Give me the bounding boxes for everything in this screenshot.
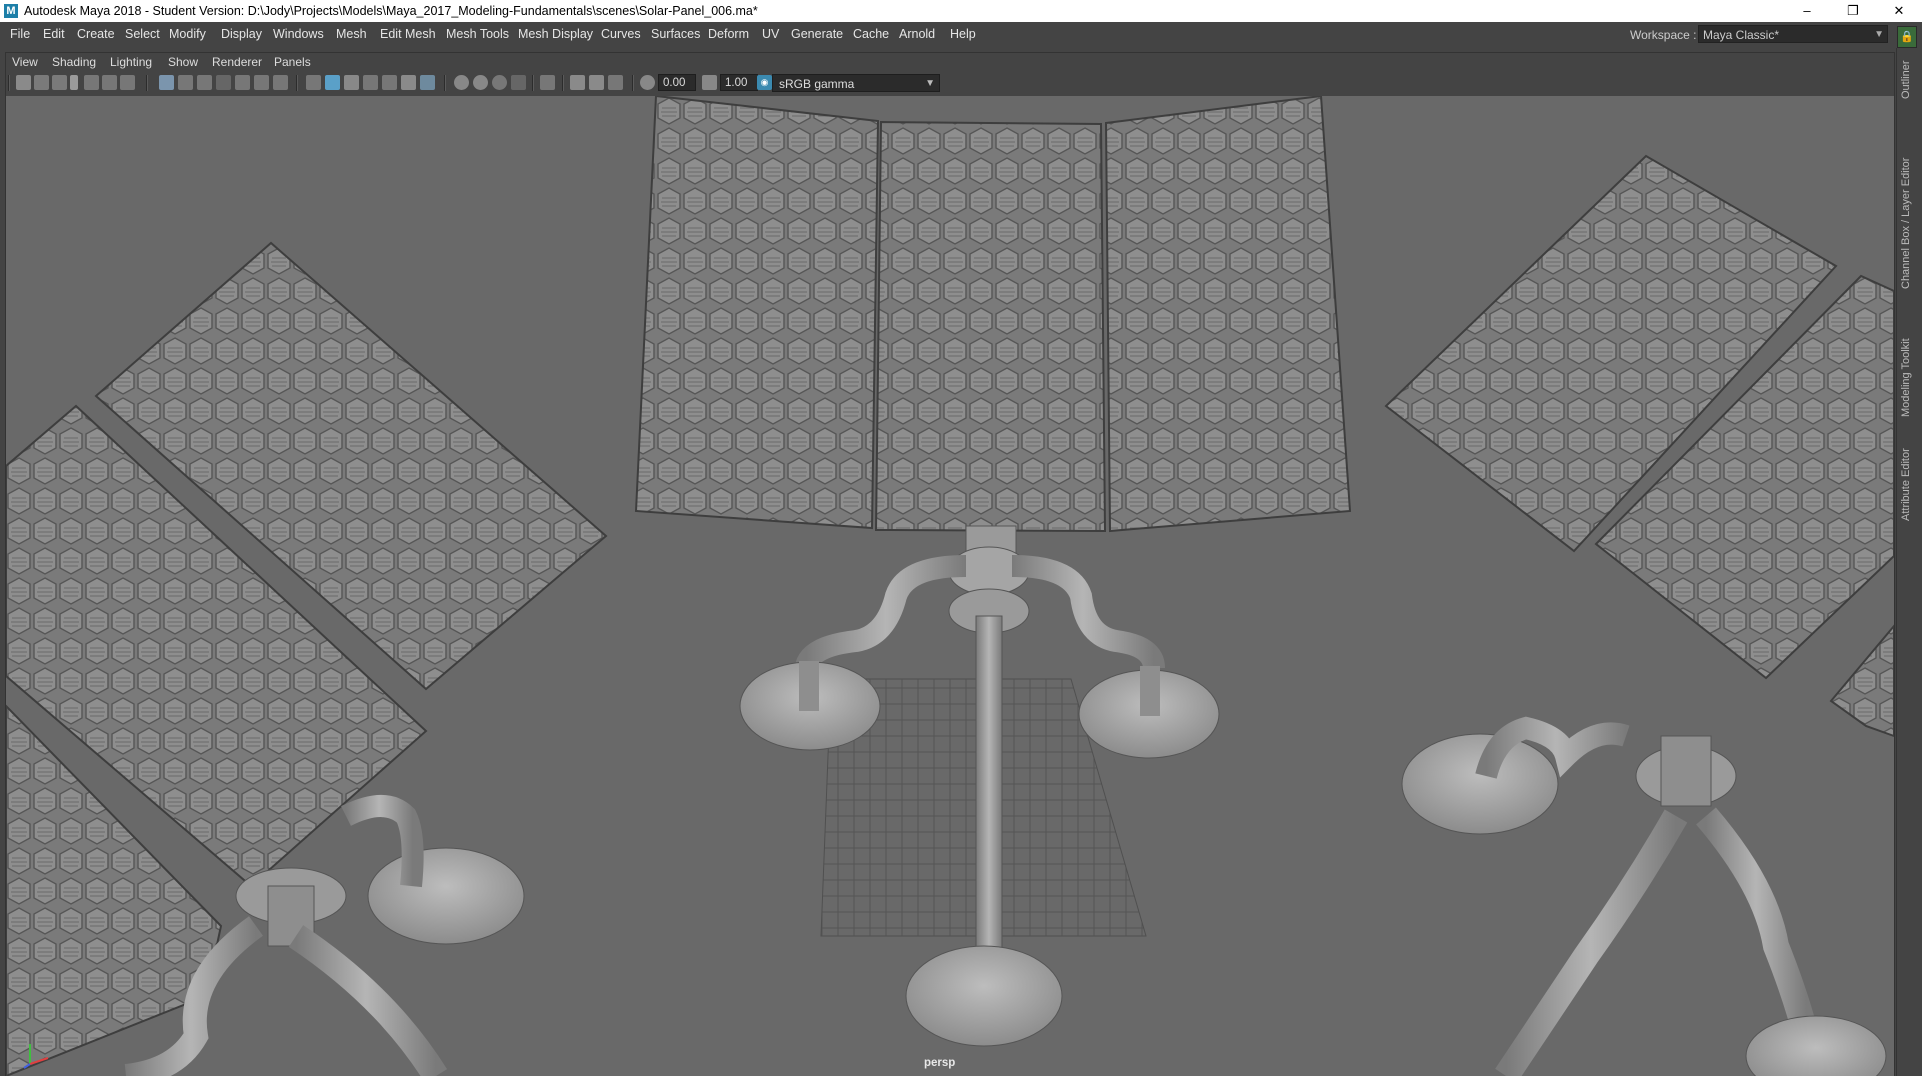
tab-channel-box[interactable]: Channel Box / Layer Editor	[1900, 128, 1920, 318]
exposure-icon[interactable]	[640, 75, 655, 90]
menu-cache[interactable]: Cache	[853, 27, 889, 41]
panel-menu-panels[interactable]: Panels	[274, 55, 311, 69]
wireframe-icon[interactable]	[306, 75, 321, 90]
lock-icon[interactable]: 🔒	[1897, 26, 1917, 48]
toolbar-separator	[632, 75, 634, 91]
maya-app-icon: M	[4, 4, 18, 18]
gate-mask-icon[interactable]	[216, 75, 231, 90]
menu-mesh-tools[interactable]: Mesh Tools	[446, 27, 509, 41]
field-chart-icon[interactable]	[235, 75, 250, 90]
camera-name-label: persp	[924, 1057, 956, 1069]
menu-curves[interactable]: Curves	[601, 27, 641, 41]
window-title: Autodesk Maya 2018 - Student Version: D:…	[24, 4, 758, 18]
default-material-icon[interactable]	[344, 75, 359, 90]
restore-button[interactable]: ❐	[1830, 0, 1876, 22]
panel-menu-show[interactable]: Show	[168, 55, 198, 69]
toolbar-separator	[562, 75, 564, 91]
menu-modify[interactable]: Modify	[169, 27, 206, 41]
panel-menu-shading[interactable]: Shading	[52, 55, 96, 69]
right-side-tabs: Outliner Channel Box / Layer Editor Mode…	[1896, 48, 1922, 1076]
viewport-scene	[6, 96, 1894, 1076]
color-management-icon[interactable]: ◉	[757, 75, 772, 90]
camera-attributes-icon[interactable]	[34, 75, 49, 90]
2d-pan-zoom-icon[interactable]	[84, 75, 99, 90]
axis-gizmo	[23, 1044, 49, 1069]
center-solar-panel[interactable]	[634, 96, 1352, 1047]
menu-windows[interactable]: Windows	[273, 27, 324, 41]
panel-menu-view[interactable]: View	[12, 55, 38, 69]
motion-blur-icon[interactable]	[473, 75, 488, 90]
gamma-field[interactable]: 1.00	[720, 74, 758, 91]
tab-outliner[interactable]: Outliner	[1900, 54, 1920, 106]
minimize-button[interactable]: –	[1784, 0, 1830, 22]
3d-viewport[interactable]	[6, 96, 1894, 1076]
use-all-lights-icon[interactable]	[401, 75, 416, 90]
panel-menu-lighting[interactable]: Lighting	[110, 55, 152, 69]
bookmarks-icon[interactable]	[52, 75, 67, 90]
safe-action-icon[interactable]	[254, 75, 269, 90]
menu-help[interactable]: Help	[950, 27, 976, 41]
xray-active-components-icon[interactable]	[589, 75, 604, 90]
close-button[interactable]: ✕	[1876, 0, 1922, 22]
pencil-icon[interactable]	[120, 75, 135, 90]
color-space-dropdown[interactable]: sRGB gamma ▼	[772, 74, 940, 92]
right-solar-panel-array[interactable]	[1384, 154, 1894, 1076]
menu-mesh-display[interactable]: Mesh Display	[518, 27, 593, 41]
depth-of-field-icon[interactable]	[511, 75, 526, 90]
chevron-down-icon: ▼	[1874, 29, 1884, 40]
grease-pencil-icon[interactable]	[102, 75, 117, 90]
toolbar-separator	[296, 75, 298, 91]
menu-display[interactable]: Display	[221, 27, 262, 41]
anti-aliasing-icon[interactable]	[492, 75, 507, 90]
tab-modeling-toolkit[interactable]: Modeling Toolkit	[1900, 328, 1920, 428]
film-gate-icon[interactable]	[178, 75, 193, 90]
toolbar-separator	[146, 75, 148, 91]
title-bar: M Autodesk Maya 2018 - Student Version: …	[0, 0, 1922, 22]
screen-space-ao-icon[interactable]	[454, 75, 469, 90]
shadows-icon[interactable]	[420, 75, 435, 90]
backface-culling-icon[interactable]	[608, 75, 623, 90]
menu-create[interactable]: Create	[77, 27, 115, 41]
menu-mesh[interactable]: Mesh	[336, 27, 367, 41]
color-space-value: sRGB gamma	[779, 77, 855, 91]
xray-icon[interactable]	[382, 75, 397, 90]
menu-uv[interactable]: UV	[762, 27, 779, 41]
workspace-label: Workspace :	[1630, 28, 1697, 42]
x-axis-line	[29, 1057, 49, 1065]
menu-surfaces[interactable]: Surfaces	[651, 27, 700, 41]
chevron-down-icon: ▼	[925, 78, 935, 89]
menu-generate[interactable]: Generate	[791, 27, 843, 41]
camera-select-icon[interactable]	[16, 75, 31, 90]
panel-menu-renderer[interactable]: Renderer	[212, 55, 262, 69]
menu-arnold[interactable]: Arnold	[899, 27, 935, 41]
workspace-value: Maya Classic*	[1703, 28, 1780, 42]
image-plane-icon[interactable]	[70, 75, 78, 90]
left-solar-panel-array[interactable]	[6, 241, 608, 1076]
toolbar-separator	[8, 75, 10, 91]
menu-edit[interactable]: Edit	[43, 27, 65, 41]
wireframe-on-shaded-icon[interactable]	[363, 75, 378, 90]
z-axis-line	[23, 1063, 31, 1069]
resolution-gate-icon[interactable]	[197, 75, 212, 90]
smooth-shade-icon[interactable]	[325, 75, 340, 90]
menu-file[interactable]: File	[10, 27, 30, 41]
isolate-select-icon[interactable]	[540, 75, 555, 90]
menu-edit-mesh[interactable]: Edit Mesh	[380, 27, 436, 41]
toolbar-separator	[532, 75, 534, 91]
xray-joints-icon[interactable]	[570, 75, 585, 90]
menu-select[interactable]: Select	[125, 27, 160, 41]
grid-icon[interactable]	[159, 75, 174, 90]
toolbar-separator	[444, 75, 446, 91]
exposure-field[interactable]: 0.00	[658, 74, 696, 91]
workspace-dropdown[interactable]: Maya Classic* ▼	[1698, 25, 1888, 43]
panel-toolbar: 0.00 1.00	[6, 72, 1894, 94]
gamma-icon[interactable]	[702, 75, 717, 90]
menu-deform[interactable]: Deform	[708, 27, 749, 41]
safe-title-icon[interactable]	[273, 75, 288, 90]
tab-attribute-editor[interactable]: Attribute Editor	[1900, 440, 1920, 530]
